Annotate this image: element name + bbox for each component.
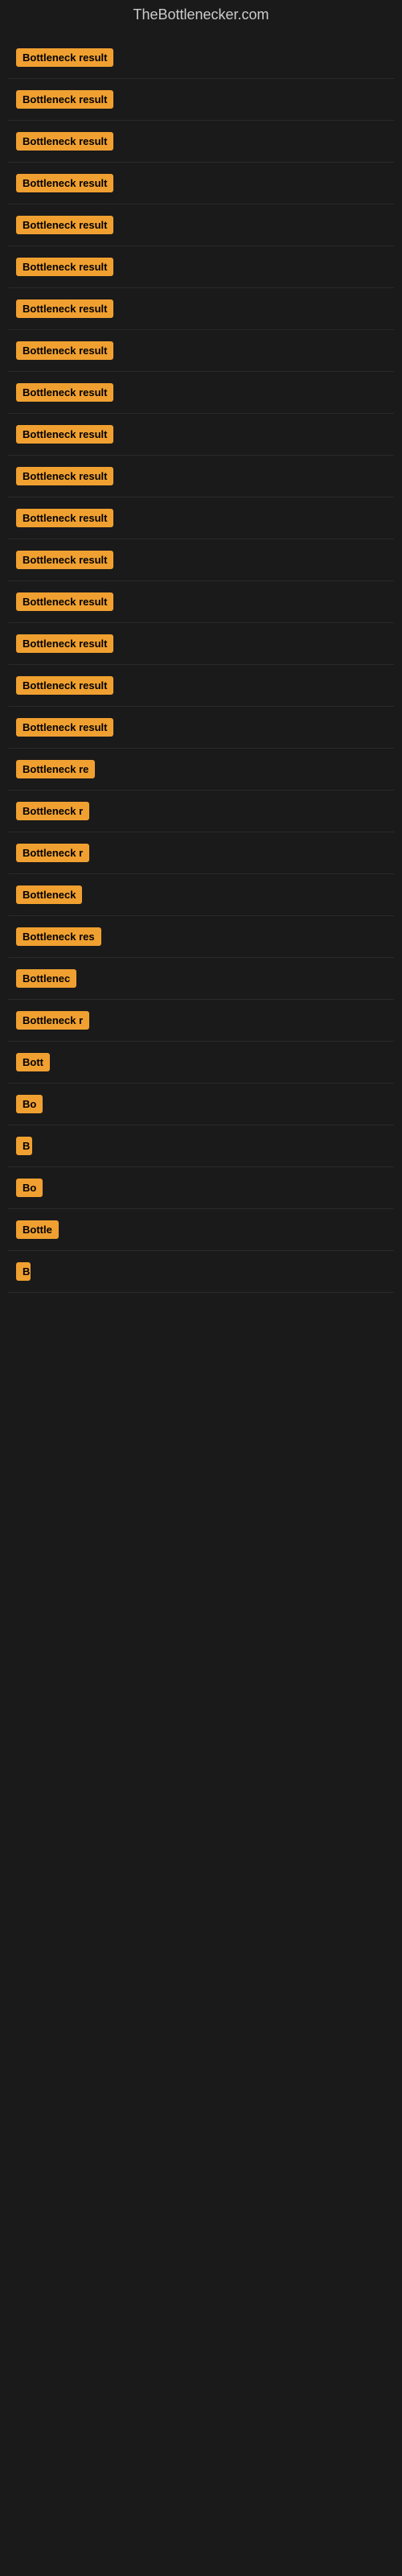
bottleneck-badge[interactable]: Bottleneck re: [16, 760, 95, 778]
bottleneck-badge[interactable]: Bottleneck result: [16, 551, 113, 569]
list-item: Bottleneck result: [8, 414, 394, 456]
bottleneck-badge[interactable]: Bott: [16, 1053, 50, 1071]
bottleneck-badge[interactable]: Bottleneck result: [16, 718, 113, 737]
bottleneck-badge[interactable]: Bottleneck result: [16, 509, 113, 527]
bottleneck-badge[interactable]: Bottleneck result: [16, 48, 113, 67]
bottleneck-badge[interactable]: Bottleneck result: [16, 90, 113, 109]
list-item: Bottleneck re: [8, 749, 394, 791]
list-item: Bottleneck result: [8, 497, 394, 539]
bottleneck-badge[interactable]: Bottleneck result: [16, 216, 113, 234]
list-item: Bottleneck: [8, 874, 394, 916]
list-item: Bottleneck result: [8, 372, 394, 414]
list-item: Bottleneck result: [8, 246, 394, 288]
list-item: Bottleneck result: [8, 581, 394, 623]
bottleneck-badge[interactable]: Bo: [16, 1095, 43, 1113]
bottleneck-badge[interactable]: Bottleneck result: [16, 258, 113, 276]
bottleneck-badge[interactable]: Bottleneck result: [16, 592, 113, 611]
bottleneck-badge[interactable]: Bottleneck result: [16, 132, 113, 151]
list-item: Bottleneck result: [8, 121, 394, 163]
bottleneck-badge[interactable]: Bottleneck r: [16, 844, 89, 862]
list-item: Bottle: [8, 1209, 394, 1251]
bottleneck-badge[interactable]: Bottleneck result: [16, 174, 113, 192]
bottleneck-badge[interactable]: Bottlenec: [16, 969, 76, 988]
list-item: Bottleneck result: [8, 204, 394, 246]
list-item: B: [8, 1251, 394, 1293]
bottleneck-badge[interactable]: Bottleneck result: [16, 634, 113, 653]
list-item: Bottleneck r: [8, 791, 394, 832]
bottleneck-badge[interactable]: Bottleneck r: [16, 802, 89, 820]
bottleneck-badge[interactable]: Bottleneck res: [16, 927, 101, 946]
bottleneck-badge[interactable]: Bottleneck result: [16, 425, 113, 444]
list-item: Bottleneck r: [8, 1000, 394, 1042]
page-wrapper: TheBottlenecker.com Bottleneck resultBot…: [0, 0, 402, 1297]
list-item: Bottleneck r: [8, 832, 394, 874]
list-item: Bo: [8, 1084, 394, 1125]
list-item: Bottleneck result: [8, 623, 394, 665]
list-item: Bottleneck result: [8, 288, 394, 330]
bottleneck-badge[interactable]: Bottle: [16, 1220, 59, 1239]
bottleneck-badge[interactable]: Bo: [16, 1179, 43, 1197]
bottleneck-badge[interactable]: Bottleneck result: [16, 299, 113, 318]
list-item: B: [8, 1125, 394, 1167]
site-title: TheBottlenecker.com: [0, 0, 402, 33]
list-item: Bottleneck result: [8, 79, 394, 121]
list-item: Bottleneck result: [8, 163, 394, 204]
list-item: Bottleneck result: [8, 539, 394, 581]
list-item: Bottleneck result: [8, 665, 394, 707]
bottleneck-badge[interactable]: B: [16, 1137, 32, 1155]
bottleneck-badge[interactable]: Bottleneck result: [16, 676, 113, 695]
bottleneck-badge[interactable]: Bottleneck r: [16, 1011, 89, 1030]
bottleneck-badge[interactable]: B: [16, 1262, 31, 1281]
list-item: Bottleneck result: [8, 707, 394, 749]
list-item: Bottleneck res: [8, 916, 394, 958]
list-item: Bottleneck result: [8, 37, 394, 79]
bottleneck-badge[interactable]: Bottleneck: [16, 886, 82, 904]
list-item: Bo: [8, 1167, 394, 1209]
list-item: Bottleneck result: [8, 330, 394, 372]
list-item: Bottlenec: [8, 958, 394, 1000]
bottleneck-badge[interactable]: Bottleneck result: [16, 467, 113, 485]
bottleneck-badge[interactable]: Bottleneck result: [16, 341, 113, 360]
bottleneck-badge[interactable]: Bottleneck result: [16, 383, 113, 402]
list-item: Bottleneck result: [8, 456, 394, 497]
list-item: Bott: [8, 1042, 394, 1084]
bottleneck-list: Bottleneck result Bottleneck result Bottle…: [0, 33, 402, 1297]
